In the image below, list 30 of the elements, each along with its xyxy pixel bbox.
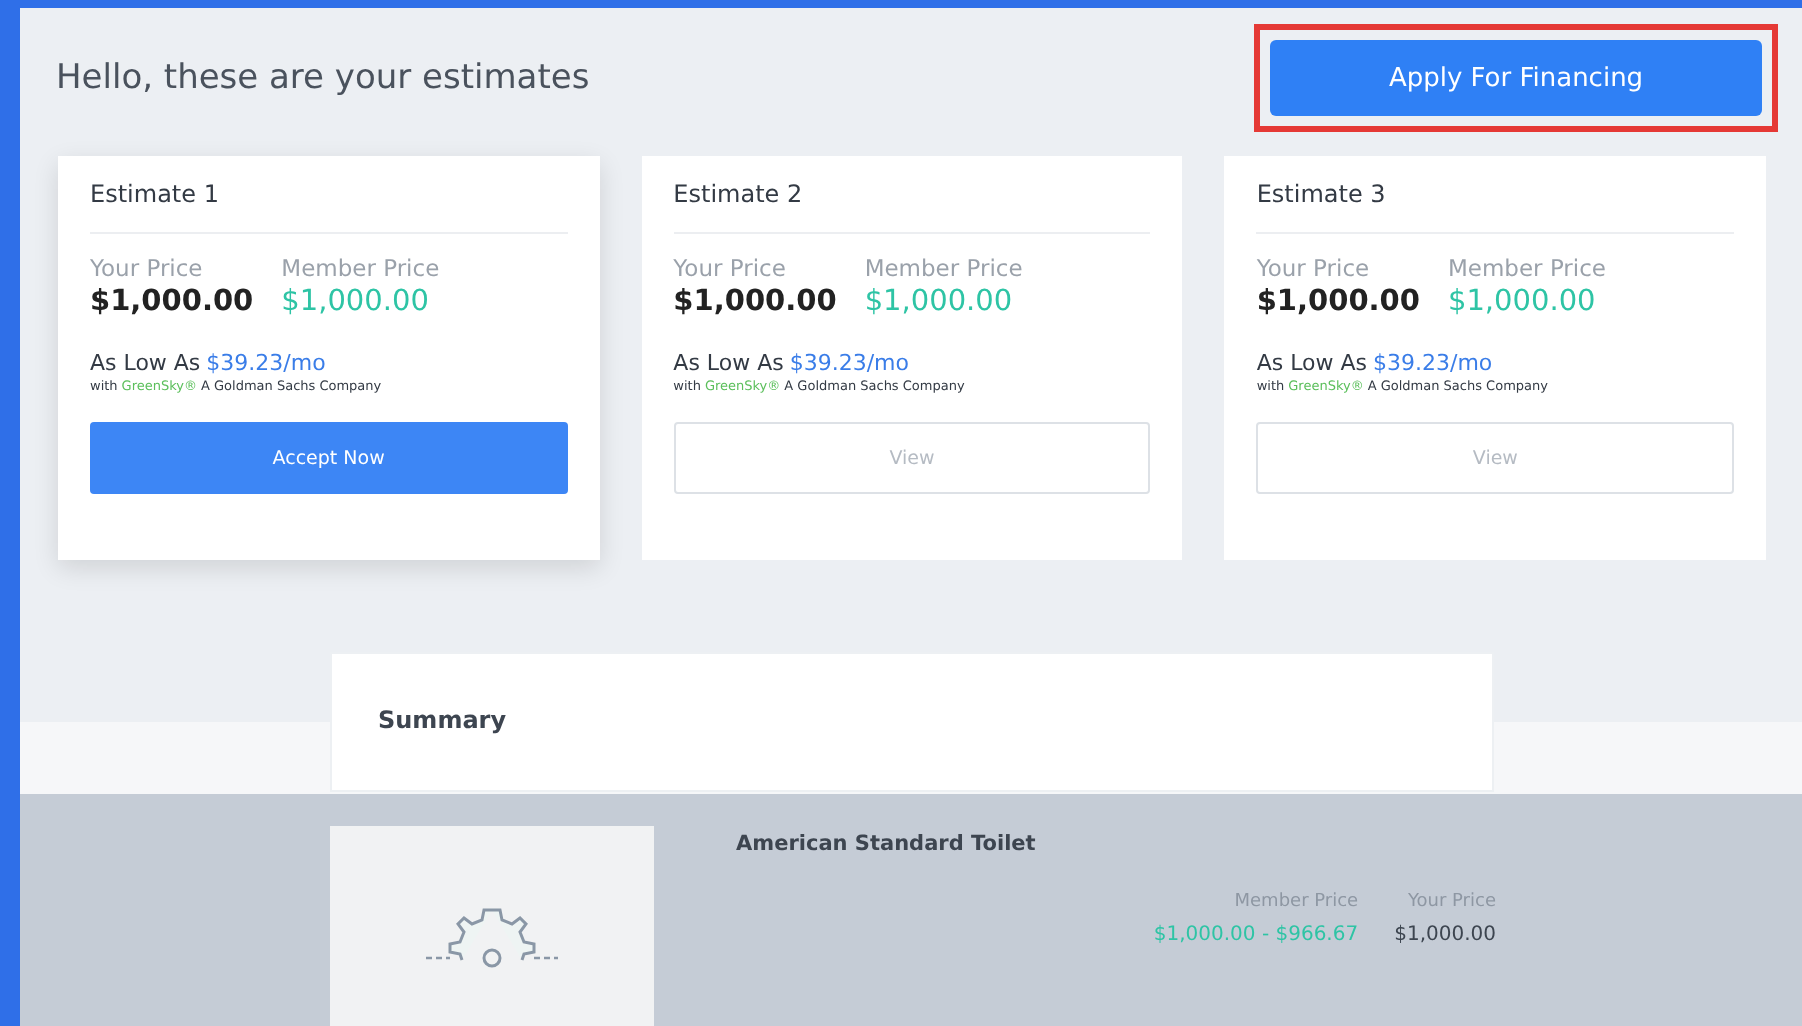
view-button[interactable]: View [1256,422,1735,494]
as-low-as-label: As Low As [1256,350,1368,376]
monthly-price: $39.23/mo [789,350,909,376]
product-name: American Standard Toilet [736,832,1038,856]
monthly-price: $39.23/mo [1373,350,1493,376]
page-title: Hello, these are your estimates [56,58,590,98]
price-label: Your Price [90,254,205,282]
price-label: Member Price [281,254,440,282]
your-price: $1,000.00 [1394,924,1496,946]
your-price: $1,000.00 [673,286,837,318]
member-price: $1,000.00 [281,286,431,318]
monthly-price: $39.23/mo [206,350,326,376]
apply-financing-button[interactable]: Apply For Financing [1270,40,1762,116]
estimate-title: Estimate 3 [1256,180,1735,234]
as-low-as-label: As Low As [90,350,201,376]
member-price-range: $1,000.00 - $966.67 [1153,924,1359,946]
your-price: $1,000.00 [1256,286,1420,318]
estimate-title: Estimate 1 [90,180,568,234]
as-low-as-label: As Low As [673,350,784,376]
price-label: Your Price [673,254,788,282]
member-price: $1,000.00 [864,286,1015,318]
view-button[interactable]: View [673,422,1151,494]
price-label: Member Price [864,254,1023,282]
your-price: $1,000.00 [90,286,254,318]
member-price: $1,000.00 [1447,286,1598,318]
summary-title: Summary [378,706,507,734]
price-label: Your Price [1256,254,1372,282]
accept-button[interactable]: Accept Now [90,422,568,494]
estimate-title: Estimate 2 [673,180,1151,234]
price-label: Member Price [1447,254,1606,282]
